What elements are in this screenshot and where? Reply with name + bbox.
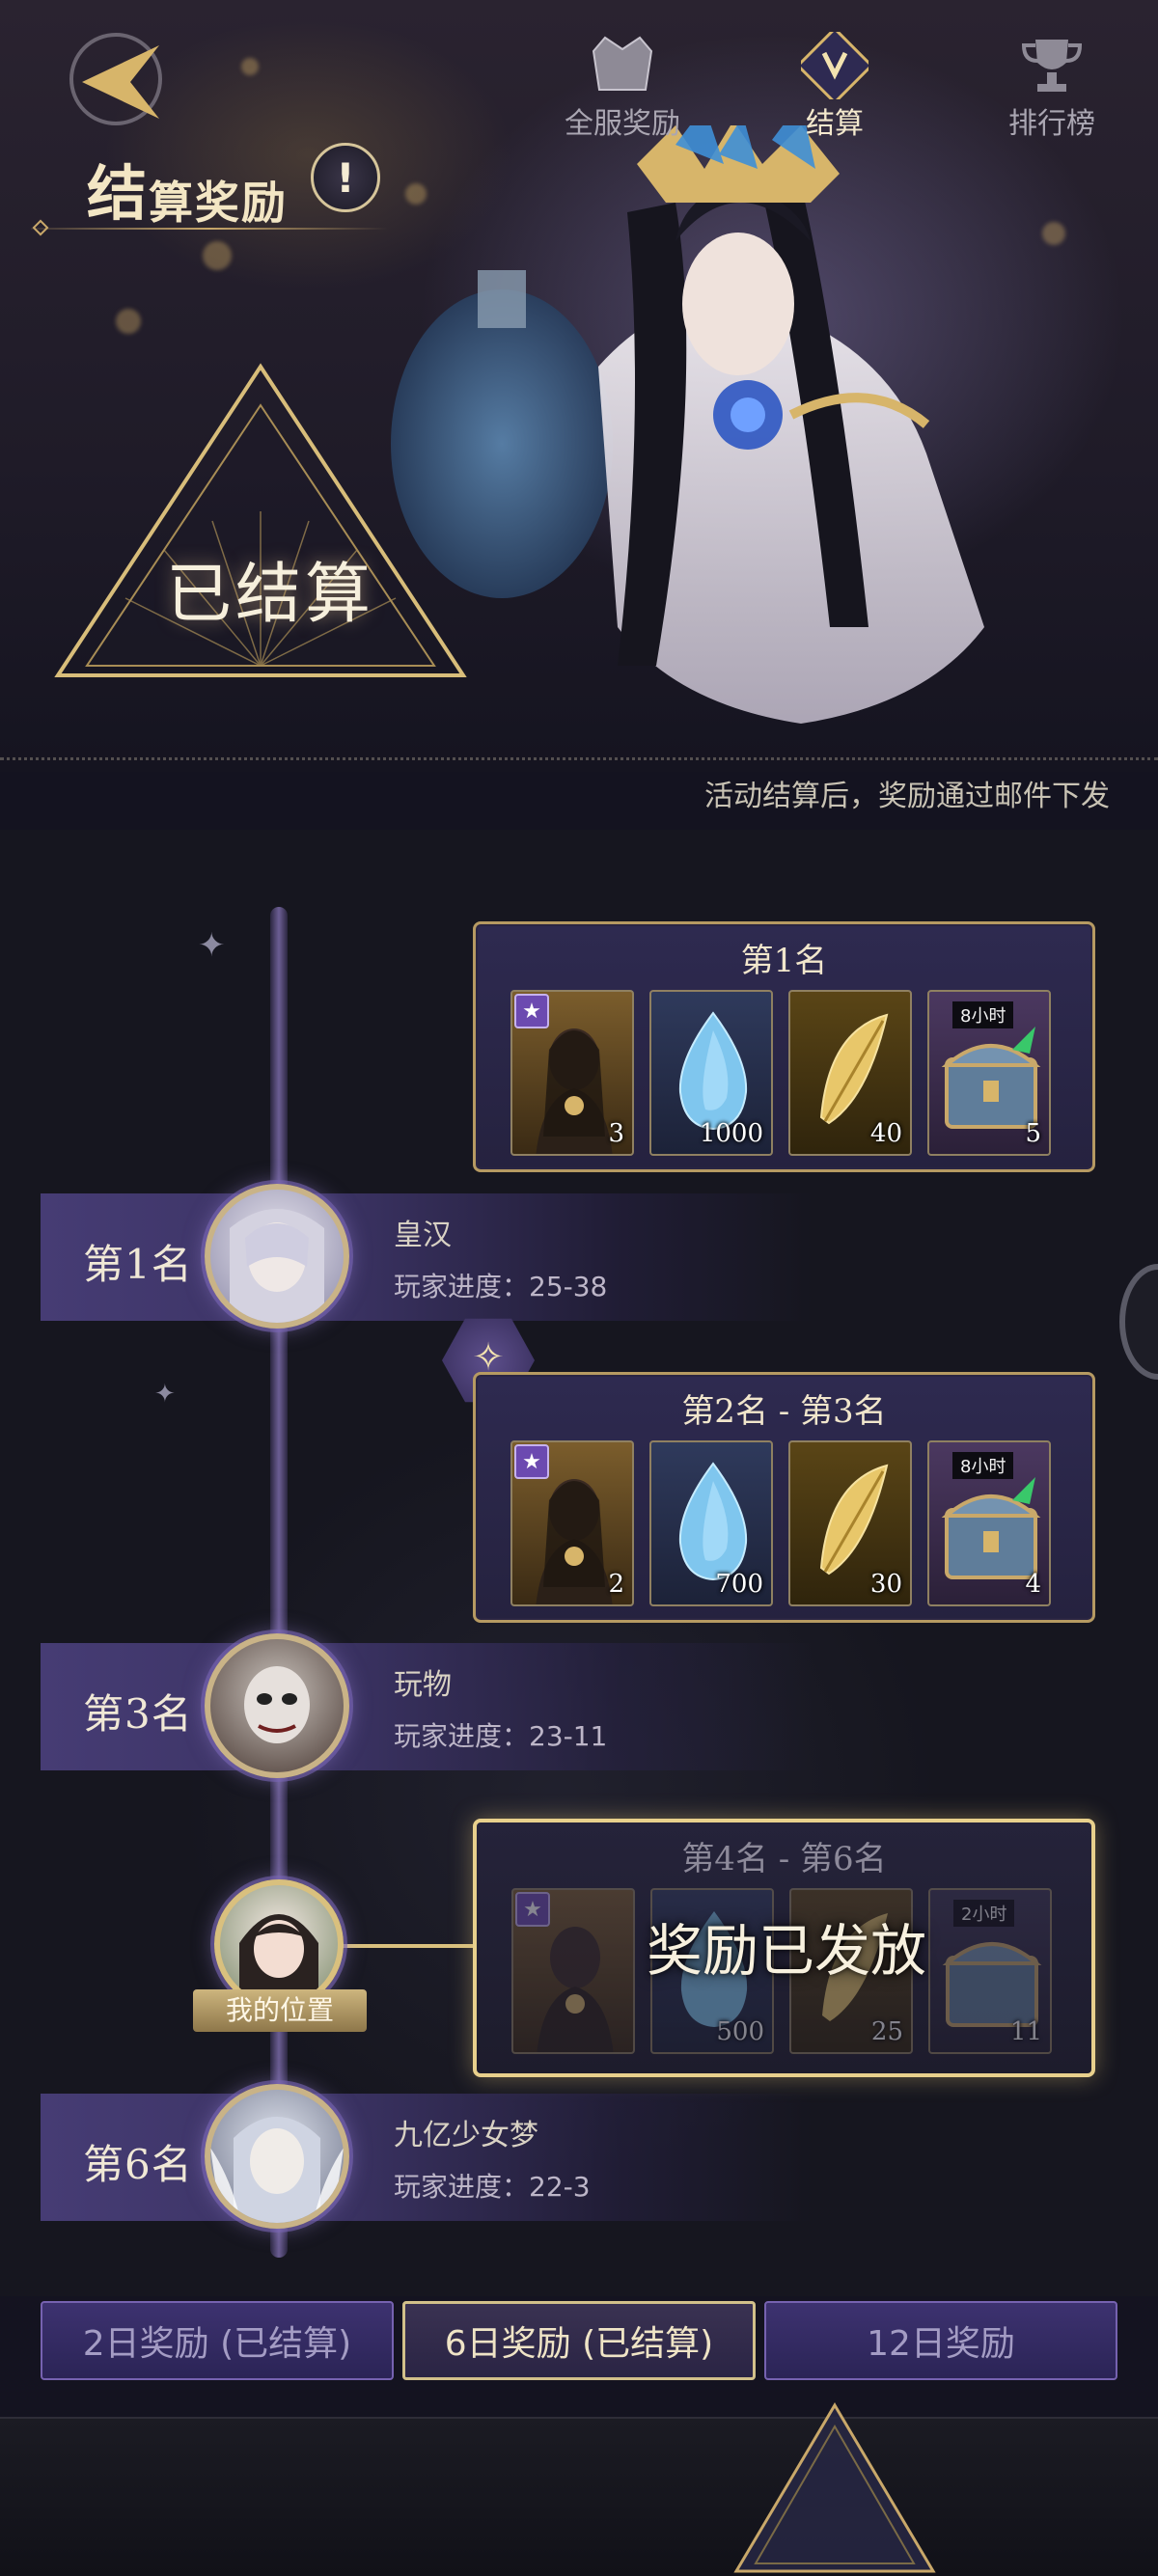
reward-qty: 30	[869, 1570, 902, 1599]
bottom-nav	[0, 2417, 1158, 2576]
star-badge-icon: ★	[514, 994, 549, 1028]
rank-player-name: 玩物	[394, 1668, 452, 1702]
info-button[interactable]: !	[311, 143, 380, 212]
reward-qty: 11	[1009, 2017, 1042, 2046]
nav-back-button[interactable]	[39, 0, 193, 159]
nav-label: 排行榜	[1008, 107, 1095, 141]
back-arrow-icon	[69, 33, 162, 125]
settled-label: 已结算	[165, 557, 374, 633]
sparkle-icon: ✦	[198, 926, 226, 965]
reward-hero-card[interactable]: ★ 2	[510, 1440, 634, 1606]
rank-player-progress: 玩家进度：22-3	[394, 2171, 591, 2203]
rank-label: 第1名	[83, 1241, 193, 1288]
player-portrait-icon	[244, 1666, 310, 1743]
bokeh-light	[203, 241, 232, 270]
reward-qty: 700	[715, 1570, 763, 1599]
reward-hero-card[interactable]: ★	[511, 1888, 635, 2054]
avatar[interactable]	[205, 1184, 349, 1329]
hero-divider	[0, 757, 1158, 760]
settlement-emblem-icon	[801, 32, 868, 99]
rank-label: 第3名	[83, 1690, 193, 1738]
my-position-connector	[343, 1944, 473, 1948]
my-position-label: 我的位置	[193, 1989, 367, 2032]
avatar[interactable]	[205, 2084, 349, 2229]
day-tab-12[interactable]: 12日奖励	[764, 2301, 1117, 2380]
nav-leaderboard[interactable]: 排行榜	[970, 0, 1134, 159]
title-diamond-ornament	[32, 219, 49, 236]
reward-hero-card[interactable]: ★ 3	[510, 990, 634, 1156]
duration-tag: 8小时	[952, 1001, 1014, 1028]
reward-qty: 500	[716, 2017, 764, 2046]
page-title-rest: 算奖励	[149, 177, 289, 229]
reward-blue-gem[interactable]: 700	[649, 1440, 773, 1606]
player-portrait-icon	[230, 1209, 324, 1323]
reward-qty: 3	[608, 1119, 624, 1148]
reward-panel-title: 第1名	[740, 942, 828, 980]
rank-player-name: 九亿少女梦	[394, 2119, 538, 2152]
exclamation-icon: !	[336, 153, 355, 202]
ranking-spine	[270, 907, 288, 2258]
sparkle-icon: ✦	[154, 1380, 176, 1409]
heroine-illustration	[391, 125, 984, 724]
reward-qty: 25	[870, 2017, 903, 2046]
reward-treasure-chest[interactable]: 8小时 4	[927, 1440, 1051, 1606]
rewards-issued-stamp: 奖励已发放	[647, 1918, 927, 1984]
reward-treasure-chest[interactable]: 2小时 11	[928, 1888, 1052, 2054]
reward-blue-gem[interactable]: 1000	[649, 990, 773, 1156]
crown-shield-icon	[592, 36, 653, 91]
rank-player-progress: 玩家进度：23-11	[394, 1720, 608, 1752]
reward-qty: 2	[608, 1570, 624, 1599]
reward-gold-feather[interactable]: 40	[788, 990, 912, 1156]
player-portrait-icon	[239, 1914, 318, 2003]
nav-label: 全服奖励	[565, 107, 680, 141]
reward-qty: 5	[1025, 1119, 1041, 1148]
nav-label: 结算	[806, 107, 864, 141]
reward-panel-rank-2-3: 第2名 - 第3名 ★ 2 700 30 8小时 4	[473, 1372, 1095, 1623]
reward-treasure-chest[interactable]: 8小时 5	[927, 990, 1051, 1156]
nav-settlement[interactable]: 结算	[753, 0, 917, 159]
day-tab-6[interactable]: 6日奖励 (已结算)	[402, 2301, 756, 2380]
trophy-icon	[1021, 40, 1083, 92]
mail-delivery-note: 活动结算后，奖励通过邮件下发	[704, 780, 1110, 813]
active-tab-triangle-icon	[733, 2402, 936, 2573]
title-underline	[31, 228, 388, 230]
rank-player-progress: 玩家进度：25-38	[394, 1271, 608, 1302]
nav-server-rewards[interactable]: 全服奖励	[540, 0, 704, 159]
reward-gold-feather[interactable]: 30	[788, 1440, 912, 1606]
reward-panel-rank-1: 第1名 ★ 3 1000 40 8小时 5	[473, 921, 1095, 1172]
avatar[interactable]	[205, 1633, 349, 1778]
reward-panel-title: 第2名 - 第3名	[681, 1392, 887, 1431]
settled-triangle-icon	[54, 363, 467, 677]
duration-tag: 8小时	[952, 1452, 1014, 1479]
bokeh-light	[241, 58, 259, 75]
day-tab-2[interactable]: 2日奖励 (已结算)	[41, 2301, 394, 2380]
reward-qty: 4	[1025, 1570, 1041, 1599]
duration-tag: 2小时	[953, 1900, 1015, 1927]
player-portrait-icon	[210, 2117, 344, 2223]
rank-player-name: 皇汉	[394, 1219, 452, 1252]
reward-panel-title: 第4名 - 第6名	[681, 1840, 887, 1878]
rank-label: 第6名	[83, 2141, 193, 2188]
star-badge-icon: ★	[515, 1892, 550, 1927]
star-badge-icon: ★	[514, 1444, 549, 1479]
bokeh-light	[116, 309, 141, 334]
reward-qty: 40	[869, 1119, 902, 1148]
reward-qty: 1000	[699, 1119, 763, 1148]
